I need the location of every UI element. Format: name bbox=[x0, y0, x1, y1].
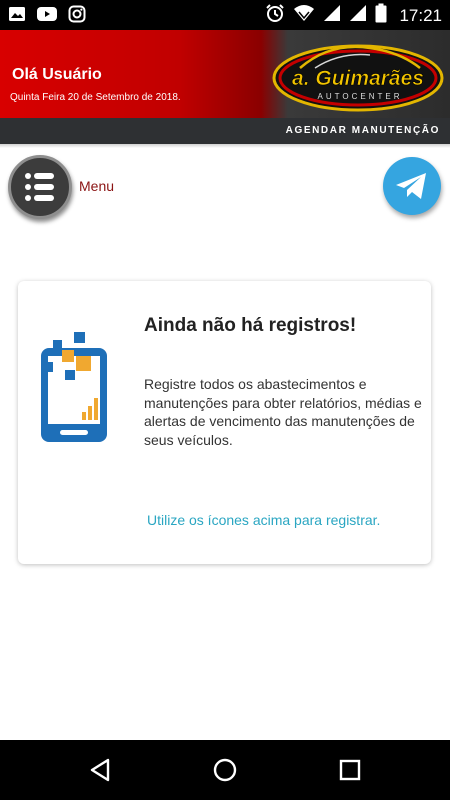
empty-state-card: Ainda não há registros! Registre todos o… bbox=[18, 281, 431, 564]
subheader-bar: AGENDAR MANUTENÇÃO bbox=[0, 118, 450, 144]
list-icon bbox=[11, 173, 69, 220]
battery-icon bbox=[375, 3, 387, 28]
phone-chart-icon bbox=[36, 326, 112, 444]
schedule-maintenance-link[interactable]: AGENDAR MANUTENÇÃO bbox=[286, 125, 440, 136]
wifi-icon bbox=[293, 4, 315, 27]
empty-state-title: Ainda não há registros! bbox=[144, 315, 357, 336]
app-header: Olá Usuário Quinta Feira 20 de Setembro … bbox=[0, 30, 450, 118]
logo-subtext: AUTOCENTER bbox=[318, 92, 403, 101]
logo-text: a. Guimarães bbox=[292, 67, 424, 90]
recents-icon bbox=[336, 759, 364, 788]
back-icon bbox=[86, 758, 114, 788]
telegram-icon bbox=[383, 173, 441, 219]
status-time: 17:21 bbox=[399, 5, 442, 25]
system-nav-bar bbox=[0, 740, 450, 800]
brand-logo: a. Guimarães AUTOCENTER bbox=[270, 38, 446, 112]
current-date: Quinta Feira 20 de Setembro de 2018. bbox=[10, 92, 181, 103]
empty-state-description: Registre todos os abastecimentos e manut… bbox=[144, 376, 422, 448]
empty-state-hint: Utilize os ícones acima para registrar. bbox=[147, 512, 381, 528]
menu-label[interactable]: Menu bbox=[79, 178, 114, 194]
home-icon bbox=[211, 758, 239, 788]
instagram-icon bbox=[68, 5, 86, 28]
back-button[interactable] bbox=[86, 756, 114, 784]
greeting: Olá Usuário bbox=[12, 66, 102, 83]
signal-icon bbox=[323, 4, 341, 27]
subheader-shadow bbox=[0, 144, 450, 148]
gallery-icon bbox=[8, 6, 26, 27]
youtube-icon bbox=[36, 6, 58, 27]
alarm-icon bbox=[265, 3, 285, 28]
signal-icon bbox=[349, 4, 367, 27]
status-bar: 17:21 bbox=[0, 0, 450, 30]
home-button[interactable] bbox=[211, 756, 239, 784]
menu-button[interactable] bbox=[8, 155, 72, 219]
telegram-button[interactable] bbox=[383, 157, 441, 215]
recents-button[interactable] bbox=[336, 756, 364, 784]
